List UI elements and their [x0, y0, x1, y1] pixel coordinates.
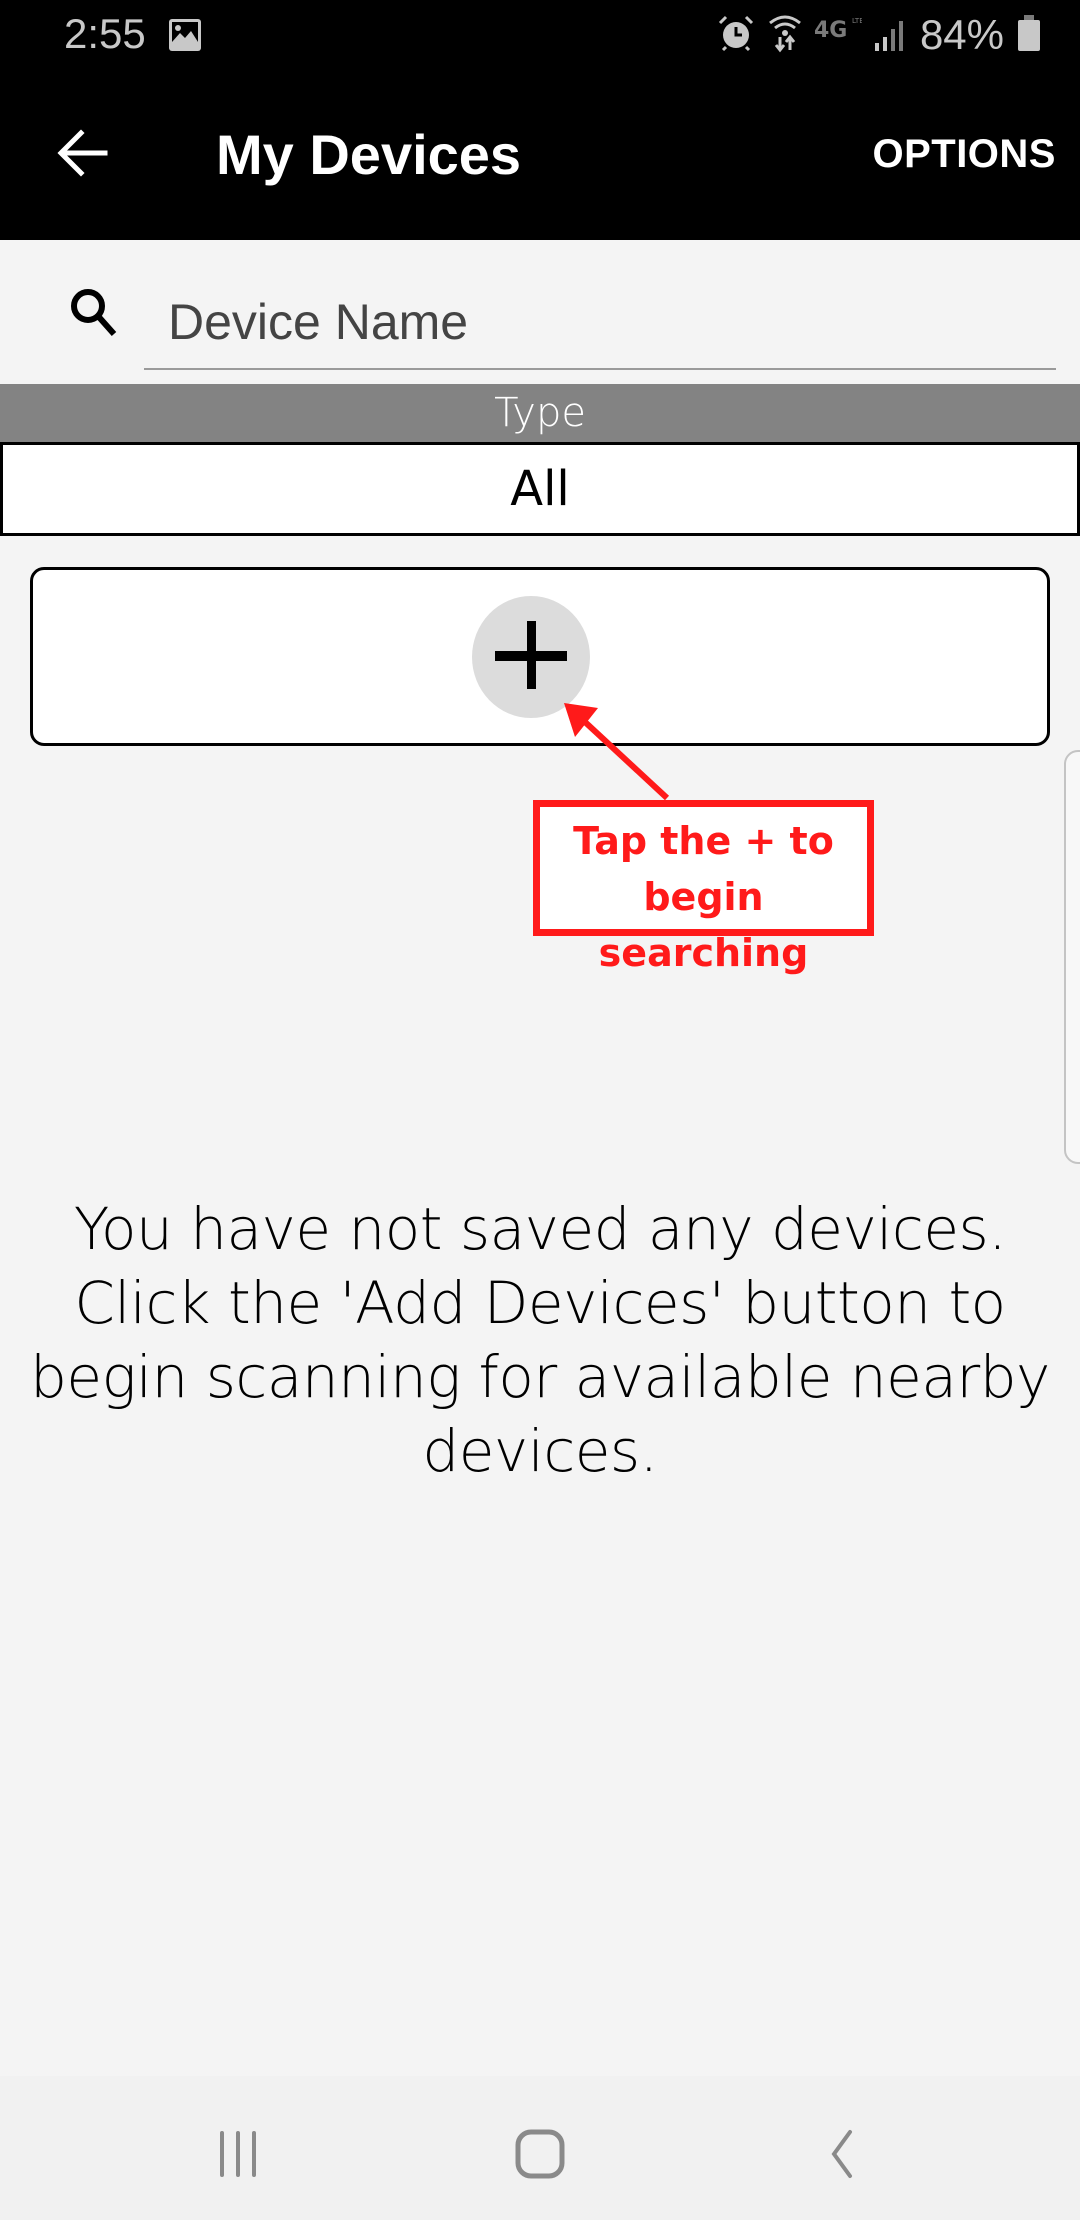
device-name-search-input[interactable] — [144, 276, 1056, 370]
options-button[interactable]: OPTIONS — [872, 132, 1056, 177]
back-chevron-icon — [820, 2128, 864, 2185]
side-panel-handle[interactable] — [1064, 750, 1080, 1164]
callout-line-1: Tap the + to — [573, 819, 834, 863]
page-title: My Devices — [216, 123, 522, 186]
type-filter-label: Type — [0, 384, 1080, 442]
search-row — [0, 240, 1080, 384]
status-bar: 2:55 4G LTE 84% — [0, 0, 1080, 72]
plus-icon — [494, 618, 568, 697]
recents-button[interactable] — [198, 2116, 278, 2196]
add-device-button[interactable] — [472, 596, 590, 718]
search-icon — [66, 284, 122, 340]
alarm-icon — [716, 13, 756, 58]
svg-text:4G: 4G — [814, 18, 847, 43]
callout-line-2: begin searching — [598, 875, 809, 975]
svg-text:LTE: LTE — [852, 17, 862, 25]
battery-percent: 84% — [919, 11, 1004, 58]
home-icon — [514, 2128, 566, 2185]
wifi-data-icon — [768, 13, 802, 58]
system-back-button[interactable] — [802, 2116, 882, 2196]
gallery-icon — [168, 18, 202, 52]
4g-lte-icon: 4G LTE — [814, 13, 864, 58]
battery-icon — [1016, 13, 1042, 58]
back-button[interactable] — [50, 122, 116, 188]
app-bar: My Devices OPTIONS — [0, 72, 1080, 240]
status-icons: 4G LTE 84% — [716, 10, 1042, 60]
instruction-callout: Tap the + to begin searching — [533, 800, 874, 975]
system-nav-bar — [0, 2076, 1080, 2220]
home-button[interactable] — [500, 2116, 580, 2196]
signal-icon — [874, 13, 908, 58]
recents-icon — [213, 2129, 263, 2184]
empty-state-message: You have not saved any devices. Click th… — [30, 1195, 1050, 1485]
arrow-left-icon — [55, 125, 111, 186]
type-filter-select[interactable]: All — [0, 442, 1080, 536]
status-time: 2:55 — [64, 10, 146, 57]
